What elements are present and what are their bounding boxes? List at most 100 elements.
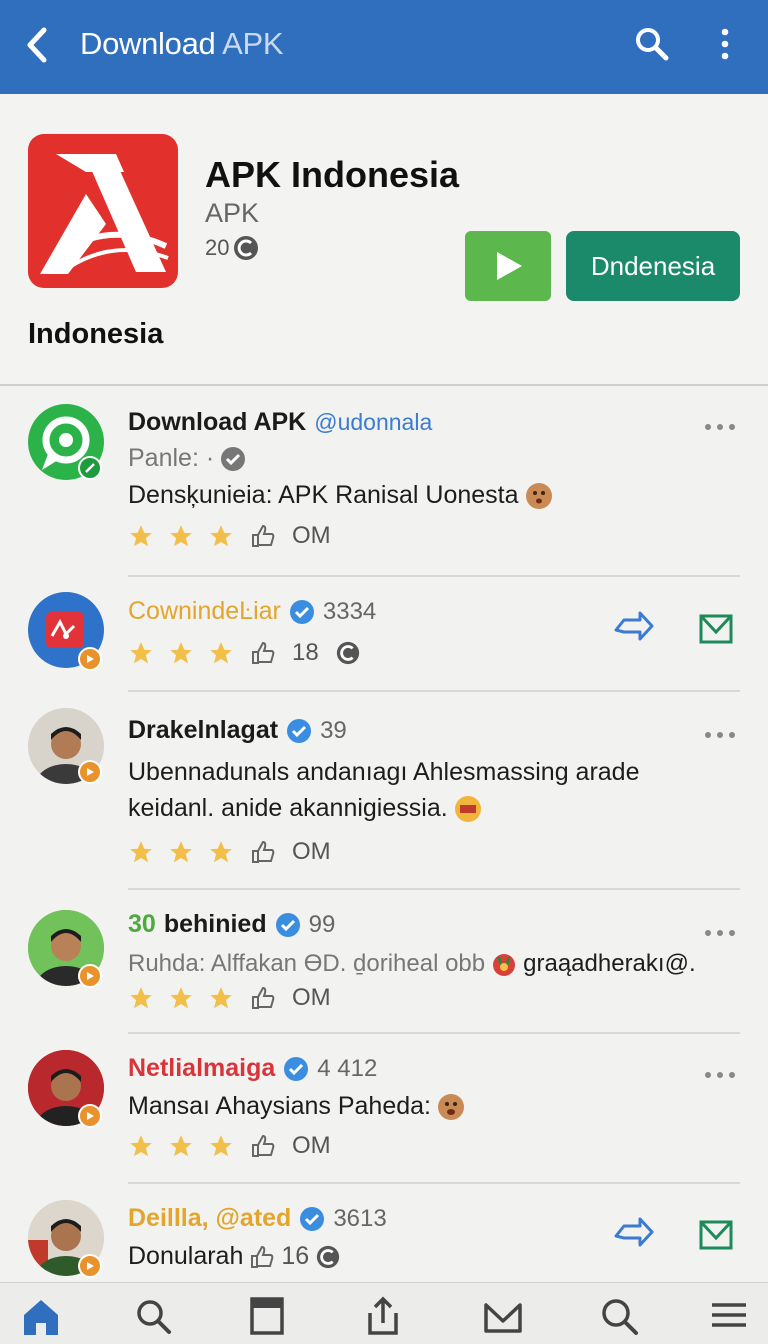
- author-number: 4 412: [317, 1054, 378, 1082]
- share-icon[interactable]: [612, 608, 654, 648]
- thumbs-up-icon[interactable]: [250, 523, 276, 549]
- like-count: OM: [292, 522, 331, 549]
- post-text-line: Ubennadunals andanıagı Ahlesmassing arad…: [128, 758, 640, 786]
- star-icon: [130, 987, 152, 1009]
- star-rating: [128, 839, 234, 865]
- star-icon: [210, 525, 232, 547]
- play-button[interactable]: [465, 231, 551, 301]
- search-icon[interactable]: [598, 1295, 640, 1337]
- app-category: APK: [205, 198, 260, 228]
- author-number: 99: [308, 910, 336, 938]
- page-title-main: Download: [80, 26, 216, 61]
- more-horizontal-icon[interactable]: [704, 1070, 736, 1080]
- post-item[interactable]: CownindeĿiar 3334 18: [0, 577, 768, 691]
- upload-icon[interactable]: [362, 1295, 404, 1337]
- post-subline-text: Panle: ·: [128, 444, 215, 472]
- mail-icon[interactable]: [696, 1214, 738, 1254]
- play-badge-icon: [78, 647, 102, 671]
- post-rating: OM: [128, 984, 331, 1012]
- clock-icon: [317, 1245, 340, 1268]
- star-rating: [128, 1133, 234, 1159]
- author-name: behinied: [163, 910, 267, 938]
- author-name: Netlialmaiga: [128, 1054, 276, 1082]
- post-subline-tail: graąadherakı@.: [523, 950, 696, 977]
- play-badge-icon: [78, 1104, 102, 1128]
- star-rating: [128, 640, 234, 666]
- author-handle[interactable]: @udonnala: [314, 409, 432, 436]
- emoji-icon: [454, 795, 481, 822]
- more-horizontal-icon[interactable]: [704, 928, 736, 938]
- post-item[interactable]: Netlialmaiga 4 412 Mansaı Ahaysians Pahe…: [0, 1034, 768, 1182]
- verified-badge-icon: [289, 599, 314, 624]
- like-count: OM: [292, 984, 331, 1011]
- search-icon[interactable]: [132, 1295, 174, 1337]
- check-circle-icon: [221, 446, 246, 471]
- play-badge-icon: [78, 964, 102, 988]
- play-badge-icon: [78, 1254, 102, 1278]
- star-icon: [170, 642, 192, 664]
- menu-icon[interactable]: [708, 1295, 750, 1337]
- mail-icon[interactable]: [696, 608, 738, 648]
- like-count: OM: [292, 838, 331, 865]
- app-download-count: 20: [205, 234, 260, 262]
- post-header: Download APK @udonnala: [128, 408, 432, 437]
- star-icon: [130, 841, 152, 863]
- thumbs-up-icon[interactable]: [250, 640, 276, 666]
- author-number: 3334: [322, 597, 377, 625]
- back-arrow-icon[interactable]: [18, 22, 58, 68]
- post-text: Densķunieia: APK Ranisal Uonesta: [128, 481, 553, 510]
- emoji-icon: [437, 1093, 464, 1120]
- post-item[interactable]: 30 behinied 99 Ruhda: Alffakan ӨD. ḏorih…: [0, 890, 768, 1032]
- clock-icon: [234, 236, 259, 260]
- emoji-icon: [525, 482, 552, 509]
- like-count: 18: [292, 639, 319, 666]
- thumbs-up-icon[interactable]: [250, 985, 276, 1011]
- bottom-navigation: [0, 1282, 768, 1344]
- search-icon[interactable]: [632, 24, 672, 64]
- download-button[interactable]: Dndenesia: [566, 231, 740, 301]
- star-icon: [170, 525, 192, 547]
- clock-icon: [336, 641, 359, 665]
- star-icon: [130, 642, 152, 664]
- emoji-icon: [493, 954, 516, 976]
- author-number: 39: [320, 716, 347, 744]
- thumbs-up-icon[interactable]: [250, 1133, 276, 1159]
- post-header: Netlialmaiga 4 412: [128, 1054, 377, 1083]
- post-item[interactable]: Download APK @udonnala Panle: · Densķuni…: [0, 388, 768, 576]
- author-number: 3613: [333, 1204, 387, 1232]
- post-text-content: Donularah: [128, 1242, 244, 1270]
- star-icon: [170, 841, 192, 863]
- more-vertical-icon[interactable]: [712, 24, 738, 64]
- app-header: APK Indonesia APK 20 Dndenesia Indonesia: [0, 94, 768, 386]
- author-name: Drakelnlagat: [128, 716, 279, 744]
- app-name: APK Indonesia: [205, 154, 460, 195]
- post-rating: OM: [128, 838, 331, 866]
- more-horizontal-icon[interactable]: [704, 422, 736, 432]
- page-title: Download APK: [80, 26, 284, 62]
- home-icon[interactable]: [20, 1295, 62, 1337]
- author-name: CownindeĿiar: [128, 597, 281, 625]
- post-header: Drakelnlagat 39: [128, 716, 347, 745]
- like-count: 16: [281, 1242, 310, 1270]
- inbox-icon[interactable]: [482, 1295, 524, 1337]
- thumbs-up-icon[interactable]: [249, 1244, 275, 1270]
- star-icon: [170, 987, 192, 1009]
- verified-badge-icon: [300, 1206, 325, 1231]
- star-icon: [210, 642, 232, 664]
- star-rating: [128, 523, 234, 549]
- thumbs-up-icon[interactable]: [250, 839, 276, 865]
- play-icon: [497, 252, 522, 280]
- share-icon[interactable]: [612, 1214, 654, 1254]
- post-text-content: Mansaı Ahaysians Paheda:: [128, 1092, 431, 1120]
- post-item[interactable]: Drakelnlagat 39 Ubennadunals andanıagı A…: [0, 692, 768, 888]
- post-subline: Panle: ·: [128, 444, 246, 473]
- post-rating: OM: [128, 1132, 331, 1160]
- star-rating: [128, 985, 234, 1011]
- post-item[interactable]: Deillla, @ated 3613 Donularah 16: [0, 1184, 768, 1282]
- post-header: Deillla, @ated 3613: [128, 1204, 387, 1233]
- page-title-secondary: APK: [222, 26, 284, 61]
- card-icon[interactable]: [246, 1295, 288, 1337]
- verified-badge-icon: [275, 912, 300, 937]
- star-icon: [210, 841, 232, 863]
- more-horizontal-icon[interactable]: [704, 730, 736, 740]
